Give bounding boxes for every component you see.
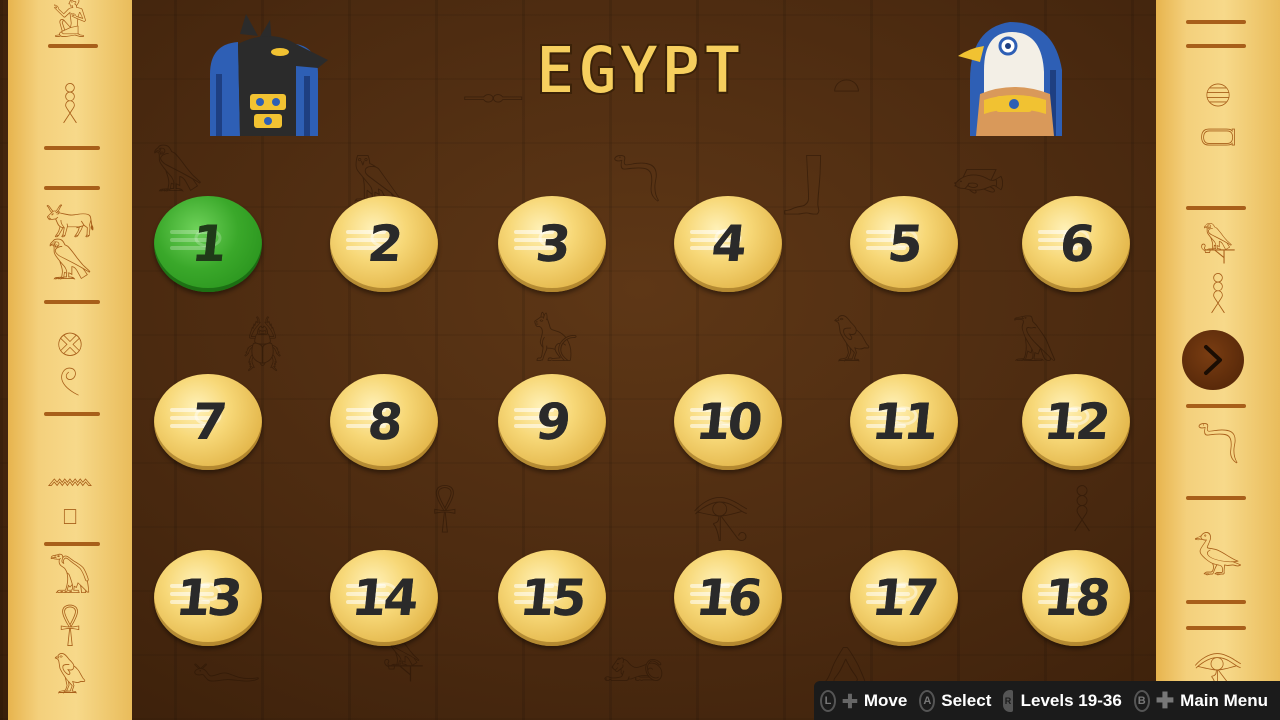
level-number: 3: [533, 215, 571, 273]
level-number: 4: [709, 215, 747, 273]
level-number: 13: [173, 569, 243, 627]
plus-button-icon: ✚: [1155, 687, 1175, 713]
hieroglyph-icon: 𓎛: [1209, 277, 1227, 323]
left-hieroglyph-pillar: 𓀀 𓎛 𓃒 𓅃 𓊖 𓏲 𓈖 𓊪 𓅐 𓋹 𓅱: [8, 0, 132, 720]
hieroglyph-icon: 𓃒: [44, 201, 96, 247]
level-14-button[interactable]: 14: [330, 550, 438, 646]
hieroglyph-icon: 𓀀: [52, 1, 88, 47]
level-number: 6: [1057, 215, 1095, 273]
hieroglyph-icon: 𓐍: [1204, 67, 1232, 113]
level-5-button[interactable]: 5: [850, 196, 958, 292]
level-1-button[interactable]: 1: [154, 196, 262, 292]
level-6-button[interactable]: 6: [1022, 196, 1130, 292]
hieroglyph-icon: 𓈖: [46, 447, 94, 493]
level-7-button[interactable]: 7: [154, 374, 262, 470]
move-label: Move: [863, 690, 908, 710]
hieroglyph-icon: 𓅭: [1193, 537, 1243, 583]
level-number: 16: [693, 569, 763, 627]
hieroglyph-icon: 𓅃: [47, 243, 93, 289]
a-button-icon: A: [919, 689, 936, 712]
level-8-button[interactable]: 8: [330, 374, 438, 470]
level-number: 10: [693, 393, 763, 451]
r-button-icon: R: [1003, 689, 1013, 712]
hieroglyph-icon: 𓎛: [61, 87, 79, 133]
level-9-button[interactable]: 9: [498, 374, 606, 470]
hieroglyph-icon: 𓅱: [52, 657, 88, 703]
level-number: 14: [349, 569, 419, 627]
controls-hint-bar: L Move A Select R Levels 19-36 B ✚ Main …: [814, 681, 1280, 720]
hieroglyph-icon: 𓅐: [48, 557, 92, 603]
level-number: 17: [869, 569, 939, 627]
level-number: 15: [517, 569, 587, 627]
hieroglyph-icon: 𓊖: [56, 319, 84, 365]
horus-icon: [958, 22, 1062, 136]
world-title-text: EGYPT: [535, 31, 745, 110]
levels-page-label: Levels 19-36: [1020, 690, 1122, 710]
hieroglyph-icon: 𓍷: [1199, 117, 1237, 163]
level-4-button[interactable]: 4: [674, 196, 782, 292]
level-16-button[interactable]: 16: [674, 550, 782, 646]
level-number: 5: [885, 215, 923, 273]
l-button-icon: L: [820, 689, 836, 712]
dpad-icon: [842, 693, 858, 708]
level-number: 12: [1041, 393, 1111, 451]
hieroglyph-icon: 𓆓: [1196, 427, 1240, 473]
level-3-button[interactable]: 3: [498, 196, 606, 292]
select-label: Select: [941, 690, 992, 710]
world-title: EGYPT: [520, 28, 760, 112]
level-18-button[interactable]: 18: [1022, 550, 1130, 646]
hieroglyph-icon: 𓋹: [58, 609, 82, 655]
level-number: 11: [869, 393, 939, 451]
hieroglyph-icon: 𓊪: [61, 487, 79, 533]
chevron-right-icon: [1204, 345, 1222, 375]
level-15-button[interactable]: 15: [498, 550, 606, 646]
hieroglyph-icon: 𓏲: [59, 359, 81, 405]
b-button-icon: B: [1133, 689, 1150, 712]
anubis-icon: [210, 14, 328, 136]
level-12-button[interactable]: 12: [1022, 374, 1130, 470]
level-10-button[interactable]: 10: [674, 374, 782, 470]
level-number: 2: [365, 215, 403, 273]
level-number: 7: [189, 393, 227, 451]
level-17-button[interactable]: 17: [850, 550, 958, 646]
level-13-button[interactable]: 13: [154, 550, 262, 646]
level-number: 18: [1041, 569, 1111, 627]
level-number: 9: [533, 393, 571, 451]
level-number: 1: [189, 215, 227, 273]
level-number: 8: [365, 393, 403, 451]
level-11-button[interactable]: 11: [850, 374, 958, 470]
hieroglyph-icon: 𓅆: [1199, 227, 1237, 273]
next-page-button[interactable]: [1182, 330, 1244, 390]
main-menu-label: Main Menu: [1180, 690, 1268, 710]
level-2-button[interactable]: 2: [330, 196, 438, 292]
